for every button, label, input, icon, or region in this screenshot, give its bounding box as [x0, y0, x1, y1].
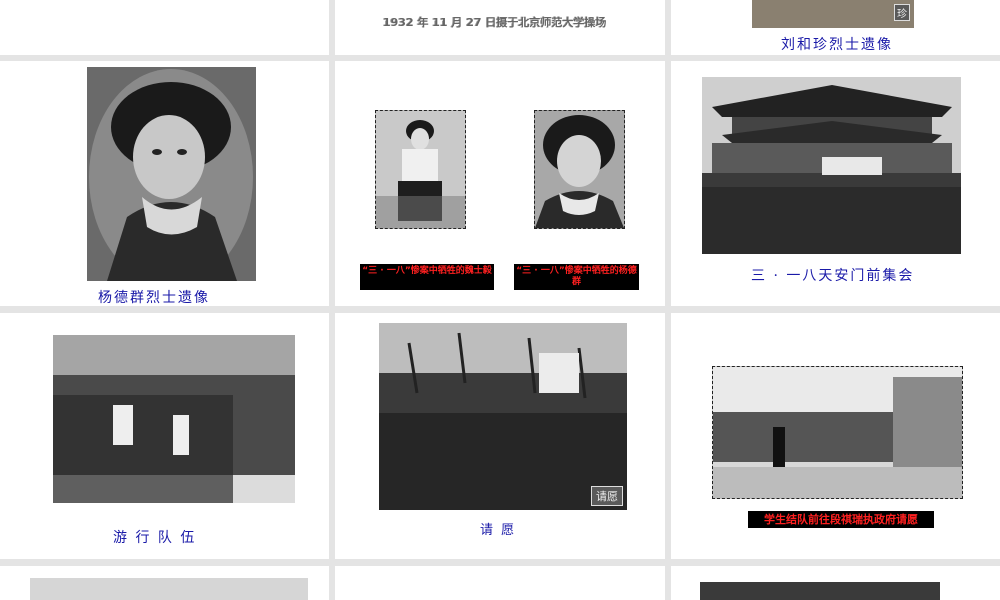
wei-shiyi-photo [375, 110, 466, 229]
students-caption: 学生结队前往段祺瑞执政府请愿 [748, 511, 934, 528]
petition-photo: 请愿 [379, 323, 627, 510]
yang-dequn-photo [534, 110, 625, 229]
petition-caption: 请 愿 [480, 523, 517, 538]
parade-illustration [53, 335, 295, 503]
students-panel: 学生结队前往段祺瑞执政府请愿 [671, 313, 1000, 559]
wei-shiyi-caption: “三 · 一八”惨案中牺牲的魏士毅 [360, 264, 494, 290]
date-caption: 1932 年 11 月 27 日摄于北京师范大学操场 [383, 16, 607, 29]
liu-hezhen-photo: 珍 [752, 0, 914, 28]
students-march-photo [712, 366, 963, 499]
parade-caption: 游 行 队 伍 [113, 530, 197, 546]
parade-photo [53, 335, 295, 503]
top-left-panel [0, 0, 329, 55]
crowd-illustration [379, 323, 627, 510]
liu-hezhen-caption: 刘和珍烈士遗像 [781, 37, 893, 53]
bottom-left-panel [0, 566, 329, 600]
yang-portrait-panel: 杨德群烈士遗像 [0, 61, 329, 306]
yang-portrait-caption: 杨德群烈士遗像 [98, 290, 210, 306]
top-right-panel: 珍 刘和珍烈士遗像 [671, 0, 1000, 55]
portrait-illustration [89, 69, 253, 281]
bottom-left-photo [30, 578, 308, 600]
petition-photo-stamp: 请愿 [591, 486, 623, 506]
top-middle-panel: 1932 年 11 月 27 日摄于北京师范大学操场 [335, 0, 665, 55]
petition-panel: 请愿 请 愿 [335, 313, 665, 559]
bottom-right-photo [700, 582, 940, 600]
bottom-right-panel [671, 566, 1000, 600]
gate-crowd-illustration [702, 77, 961, 254]
liu-photo-stamp: 珍 [894, 4, 910, 21]
march-illustration [713, 367, 962, 498]
portrait-illustration [535, 111, 624, 228]
seated-figure-illustration [376, 111, 465, 228]
yang-dequn-caption: “三 · 一八”惨案中牺牲的杨德群 [514, 264, 639, 290]
tiananmen-caption: 三 · 一八天安门前集会 [751, 268, 915, 284]
parade-panel: 游 行 队 伍 [0, 313, 329, 559]
tiananmen-panel: 三 · 一八天安门前集会 [671, 61, 1000, 306]
martyrs-panel: “三 · 一八”惨案中牺牲的魏士毅 “三 · 一八”惨案中牺牲的杨德群 [335, 61, 665, 306]
yang-dequn-portrait [87, 67, 256, 281]
bottom-middle-panel [335, 566, 665, 600]
tiananmen-rally-photo [702, 77, 961, 254]
